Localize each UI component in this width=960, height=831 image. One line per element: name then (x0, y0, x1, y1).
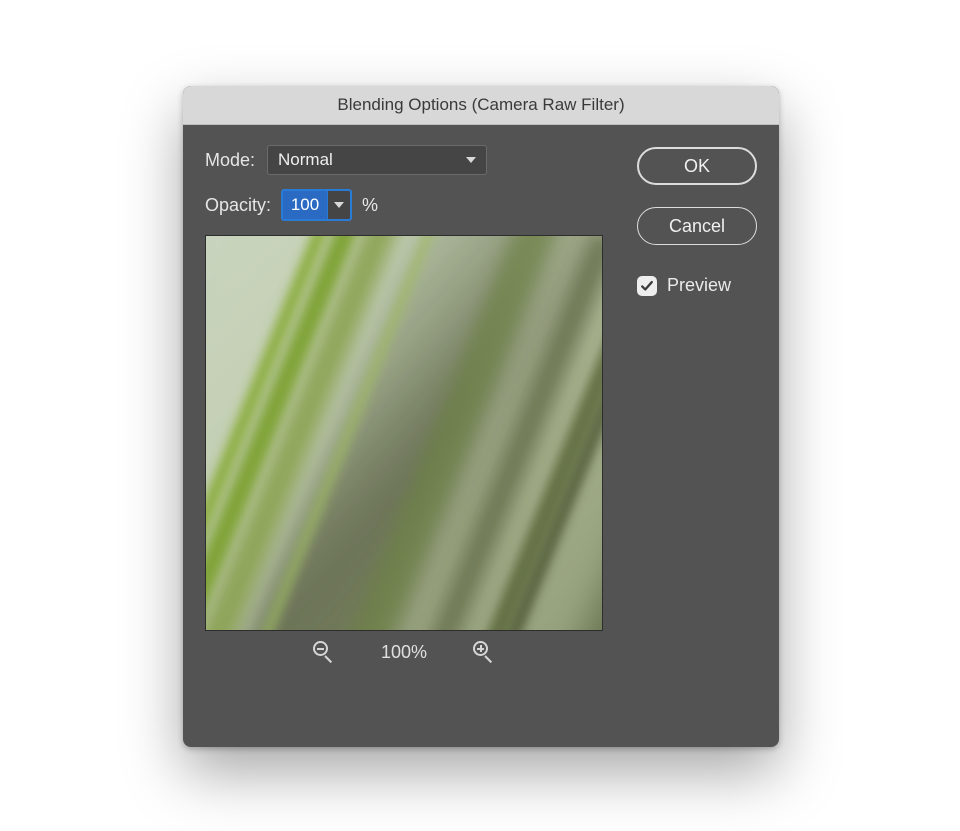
zoom-out-button[interactable] (313, 641, 335, 663)
ok-button[interactable]: OK (637, 147, 757, 185)
cancel-button[interactable]: Cancel (637, 207, 757, 245)
preview-image[interactable] (205, 235, 603, 631)
blending-options-dialog: Blending Options (Camera Raw Filter) Mod… (183, 86, 779, 747)
mode-row: Mode: Normal (205, 145, 611, 175)
opacity-label: Opacity: (205, 195, 271, 216)
dialog-body: Mode: Normal Opacity: 100 % (183, 125, 779, 681)
check-icon (640, 279, 654, 293)
mode-select[interactable]: Normal (267, 145, 487, 175)
zoom-level: 100% (381, 642, 427, 663)
preview-toggle[interactable]: Preview (637, 275, 757, 296)
preview-label: Preview (667, 275, 731, 296)
zoom-controls: 100% (205, 641, 603, 663)
opacity-stepper[interactable] (327, 191, 350, 219)
zoom-in-button[interactable] (473, 641, 495, 663)
opacity-unit: % (362, 195, 378, 216)
dialog-title: Blending Options (Camera Raw Filter) (183, 86, 779, 125)
mode-value: Normal (278, 150, 333, 170)
opacity-input[interactable]: 100 (281, 189, 352, 221)
opacity-row: Opacity: 100 % (205, 189, 611, 221)
left-column: Mode: Normal Opacity: 100 % (205, 145, 611, 663)
preview-checkbox[interactable] (637, 276, 657, 296)
right-column: OK Cancel Preview (637, 145, 757, 663)
opacity-value: 100 (283, 191, 327, 219)
chevron-down-icon (466, 157, 476, 163)
chevron-down-icon (334, 202, 344, 208)
mode-label: Mode: (205, 150, 255, 171)
